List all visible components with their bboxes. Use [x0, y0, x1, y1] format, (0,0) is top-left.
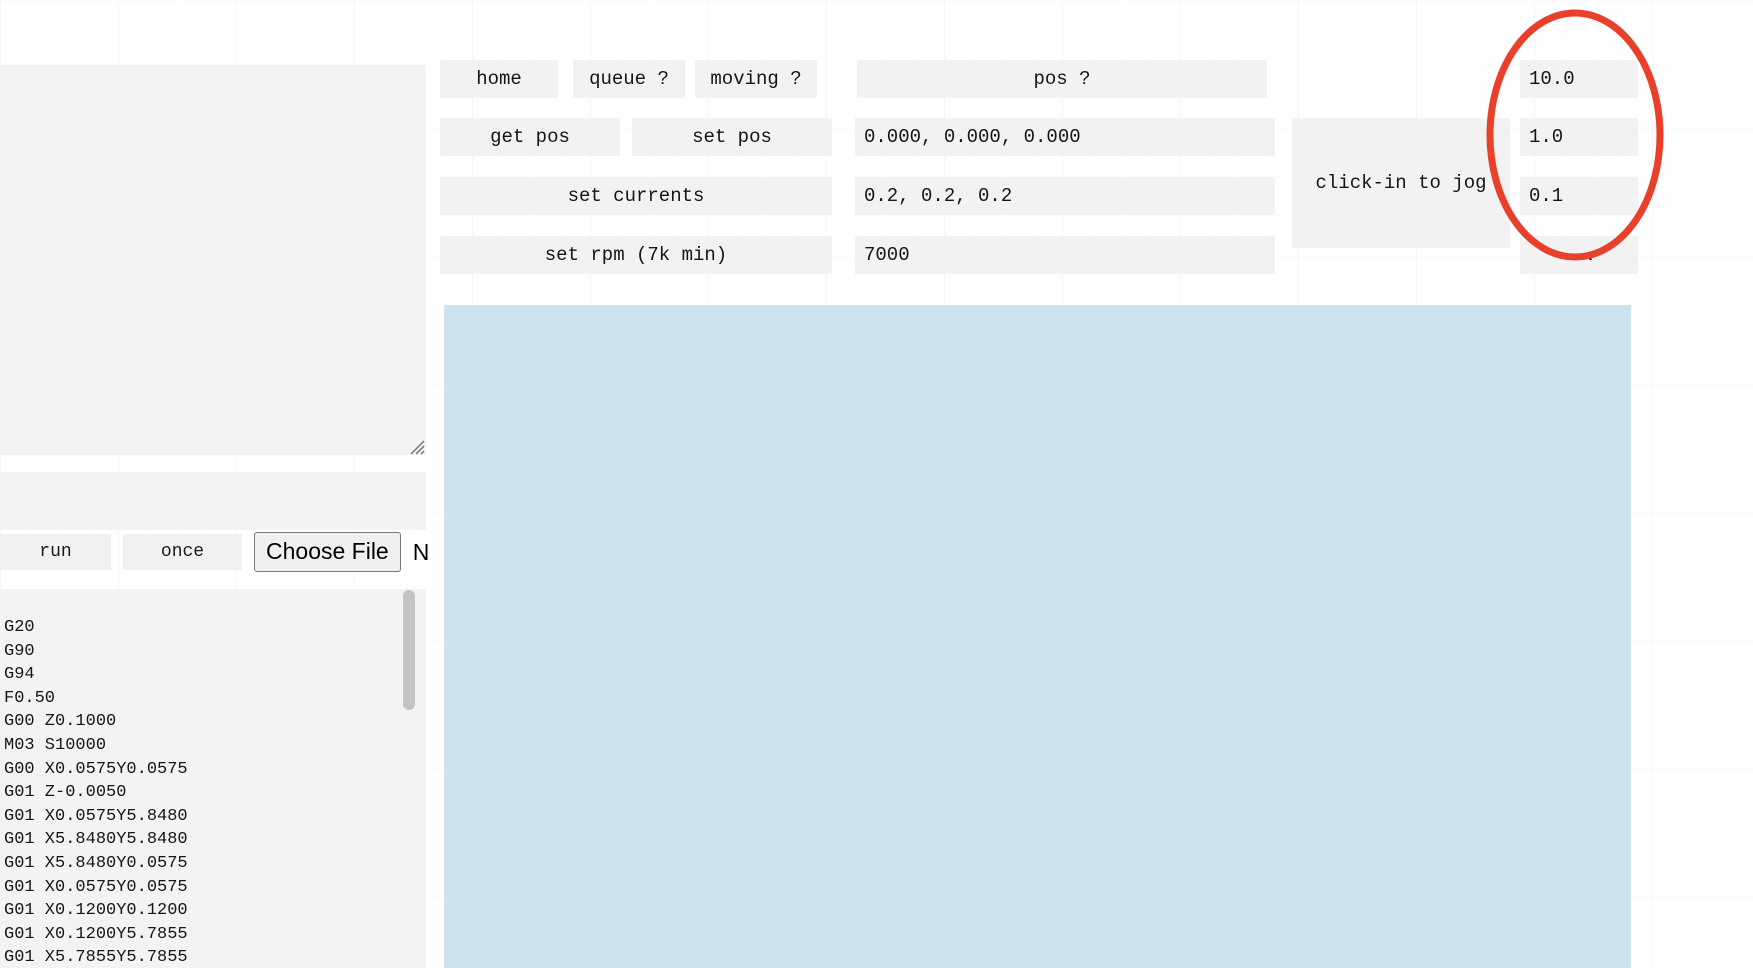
- pos-status-field[interactable]: pos ?: [857, 60, 1267, 98]
- moving-status-button[interactable]: moving ?: [695, 60, 817, 98]
- console-footer-strip: [0, 472, 426, 530]
- jog-step-coarse-input[interactable]: 10.0: [1520, 60, 1638, 98]
- gcode-toolbar: run once Choose File N: [0, 530, 440, 574]
- position-input[interactable]: 0.000, 0.000, 0.000: [855, 118, 1275, 156]
- set-pos-button[interactable]: set pos: [632, 118, 832, 156]
- once-button[interactable]: once: [123, 534, 242, 570]
- console-textarea[interactable]: [0, 65, 426, 455]
- get-pos-button[interactable]: get pos: [440, 118, 620, 156]
- left-column: run once Choose File N G20 G90 G94 F0.50…: [0, 0, 429, 968]
- run-button[interactable]: run: [0, 534, 111, 570]
- jog-overflow-indicator[interactable]: ...: [1520, 236, 1638, 274]
- jog-step-fine-input[interactable]: 0.1: [1520, 177, 1638, 215]
- gcode-listing-panel[interactable]: G20 G90 G94 F0.50 G00 Z0.1000 M03 S10000…: [0, 589, 426, 968]
- gcode-text: G20 G90 G94 F0.50 G00 Z0.1000 M03 S10000…: [4, 618, 188, 968]
- rpm-input[interactable]: 7000: [855, 236, 1275, 274]
- choose-file-button[interactable]: Choose File: [254, 532, 401, 572]
- jog-hint-label: click-in to jog: [1292, 118, 1510, 248]
- home-button[interactable]: home: [440, 60, 558, 98]
- set-rpm-button[interactable]: set rpm (7k min): [440, 236, 832, 274]
- queue-status-button[interactable]: queue ?: [573, 60, 685, 98]
- selected-file-name: N: [412, 538, 430, 565]
- currents-input[interactable]: 0.2, 0.2, 0.2: [855, 177, 1275, 215]
- gcode-scrollbar-thumb[interactable]: [403, 590, 415, 710]
- toolpath-viewport[interactable]: [444, 305, 1631, 968]
- set-currents-button[interactable]: set currents: [440, 177, 832, 215]
- jog-step-medium-input[interactable]: 1.0: [1520, 118, 1638, 156]
